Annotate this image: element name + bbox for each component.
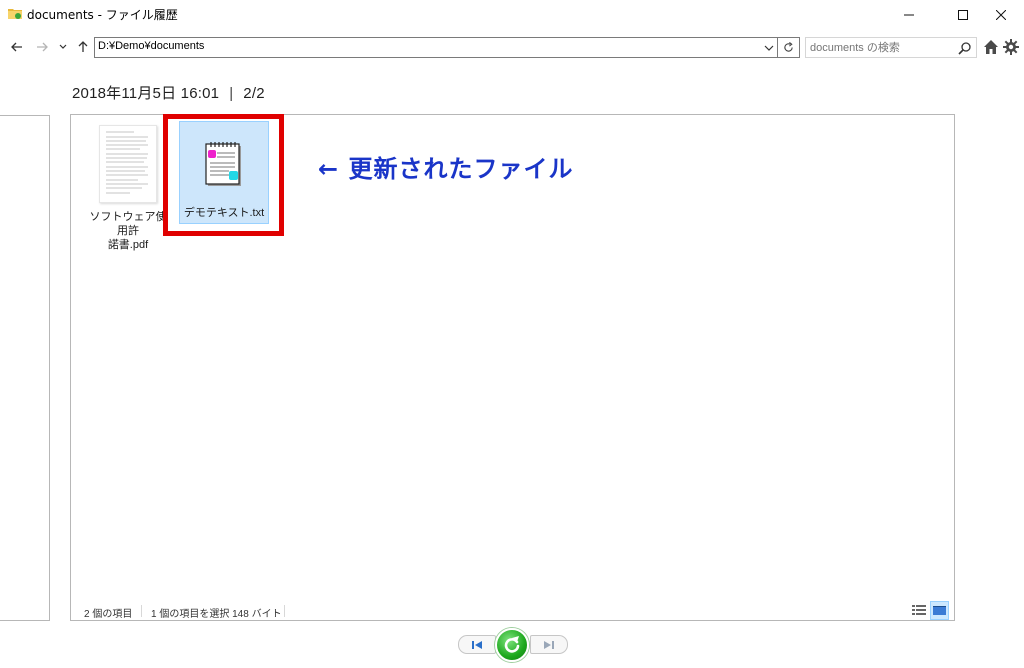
next-version-button[interactable] [530,635,568,654]
close-button[interactable] [978,0,1024,29]
up-button[interactable] [73,37,93,57]
large-icons-view-button[interactable] [930,601,949,620]
previous-version-pane[interactable] [0,115,50,621]
restore-icon [504,636,520,653]
document-lines-icon [106,131,148,194]
status-bar: 2 個の項目 1 個の項目を選択 148 バイト [71,601,954,621]
header-separator: | [229,85,234,102]
status-divider [141,605,142,617]
search-box[interactable] [805,37,977,58]
previous-version-button[interactable] [458,635,496,654]
file-name-pdf: ソフトウェア使用許 諾書.pdf [89,211,167,251]
chevron-down-icon [59,44,67,49]
status-divider [284,605,285,617]
search-icon[interactable] [958,41,972,55]
refresh-button[interactable] [778,37,800,58]
window-title: documents - ファイル履歴 [27,8,178,22]
minimize-button[interactable] [886,0,932,29]
minimize-icon [904,14,914,15]
version-position: 2/2 [243,85,265,102]
file-list-pane: ソフトウェア使用許 諾書.pdf デモテキスト.txt 2 個の項目 1 個の項… [70,114,955,621]
arrow-right-icon [37,42,48,52]
version-header: 2018年11月5日 16:01 | 2/2 [72,82,265,103]
selection-info: 1 個の項目を選択 148 バイト [151,609,282,620]
large-icons-view-icon [933,606,946,615]
folder-history-icon [8,9,22,19]
notepad-icon [205,142,241,186]
arrow-up-icon [78,41,88,52]
close-icon [996,9,1006,20]
skip-next-icon [544,640,554,649]
address-path: D:¥Demo¥documents [98,40,205,52]
forward-button[interactable] [32,37,52,57]
annotation-text: ← 更新されたファイル [318,155,574,183]
history-navigation [458,628,568,662]
recent-locations-button[interactable] [53,37,73,57]
skip-previous-icon [472,640,482,649]
maximize-icon [958,9,968,20]
gear-icon[interactable] [1003,39,1019,55]
backup-datetime: 2018年11月5日 16:01 [72,85,220,102]
file-item-txt[interactable]: デモテキスト.txt [179,121,269,224]
chevron-down-icon[interactable] [763,41,775,55]
item-count: 2 個の項目 [84,609,133,620]
refresh-icon [784,42,793,52]
file-name-txt: デモテキスト.txt [183,207,265,219]
details-view-icon[interactable] [911,603,927,619]
address-bar[interactable]: D:¥Demo¥documents [94,37,778,58]
title-bar: documents - ファイル履歴 [0,0,1024,29]
home-icon[interactable] [983,39,999,55]
back-button[interactable] [7,37,27,57]
restore-button[interactable] [495,628,529,662]
arrow-left-icon [11,42,22,52]
search-input[interactable] [806,38,956,57]
pdf-thumbnail-icon [99,125,157,203]
file-item-pdf[interactable]: ソフトウェア使用許 諾書.pdf [87,123,169,251]
